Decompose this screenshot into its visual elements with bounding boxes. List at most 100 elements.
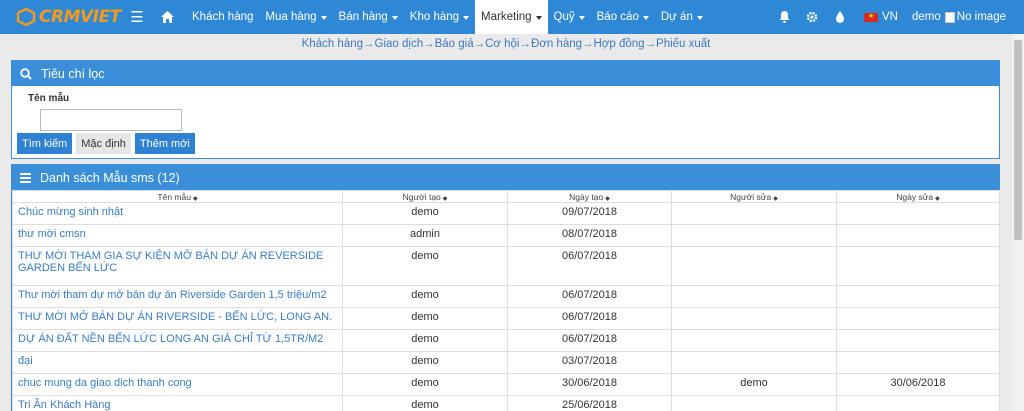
user-name[interactable]: demo xyxy=(912,11,945,23)
table-cell xyxy=(836,246,1000,286)
table-cell: 06/07/2018 xyxy=(507,329,672,352)
hamburger-menu-icon[interactable]: ☰ xyxy=(124,8,150,26)
page-scrollbar[interactable] xyxy=(1012,34,1024,411)
gear-icon[interactable] xyxy=(798,0,826,34)
template-name-link[interactable]: THƯ MỜI MỞ BÁN DỰ ÁN RIVERSIDE - BẾN LỨC… xyxy=(12,307,343,330)
menu-item-2[interactable]: Bán hàng xyxy=(333,0,404,34)
table-cell: 08/07/2018 xyxy=(507,224,672,247)
table-row[interactable]: thư mời cmsn admin 08/07/2018 xyxy=(12,224,1000,247)
broken-image-icon xyxy=(944,11,955,23)
sms-template-table: Tên mẫu ◆ Người tạo ◆ Ngày tạo ◆ Người sửa ◆ Ngà… xyxy=(12,190,1000,411)
menu-item-4[interactable]: Marketing xyxy=(475,0,548,34)
column-header-label: Ngày sửa xyxy=(896,191,934,202)
table-row[interactable]: Thư mời tham dự mở bán dự án Riverside G… xyxy=(12,285,1000,308)
table-cell: 30/06/2018 xyxy=(836,373,1000,396)
table-row[interactable]: đại demo 03/07/2018 xyxy=(12,351,1000,374)
table-cell: demo xyxy=(342,395,508,411)
column-header-1[interactable]: Người tạo ◆ xyxy=(342,190,508,203)
avatar[interactable]: No image xyxy=(944,11,1024,23)
table-row[interactable]: Chúc mừng sinh nhật demo 09/07/2018 xyxy=(12,202,1000,225)
table-cell xyxy=(836,224,1000,247)
list-panel-header: Danh sách Mẫu sms (12) xyxy=(12,165,999,190)
menu-item-1[interactable]: Mua hàng xyxy=(259,0,332,34)
bell-icon[interactable] xyxy=(770,0,798,34)
table-header-row: Tên mẫu ◆ Người tạo ◆ Ngày tạo ◆ Người sửa ◆ Ngà… xyxy=(12,190,1000,203)
table-cell: 06/07/2018 xyxy=(507,307,672,330)
list-panel-title: Danh sách Mẫu sms (12) xyxy=(40,170,180,185)
top-navbar: CRMVIET ☰ Khách hàng Mua hàng Bán hàng Kho … xyxy=(0,0,1024,34)
logo-text: CRMVIET xyxy=(39,7,121,27)
template-name-input[interactable] xyxy=(40,109,182,131)
template-name-link[interactable]: thư mời cmsn xyxy=(12,224,343,247)
chevron-down-icon xyxy=(696,15,703,20)
table-cell xyxy=(671,285,837,308)
language-selector[interactable]: VN xyxy=(854,11,912,23)
template-name-link[interactable]: THƯ MỜI THAM GIA SỰ KIỆN MỞ BÁN DỰ ÁN RE… xyxy=(12,246,343,286)
sort-icon: ◆ xyxy=(192,195,198,202)
table-cell: 09/07/2018 xyxy=(507,202,672,225)
table-cell xyxy=(836,351,1000,374)
table-cell: admin xyxy=(342,224,508,247)
table-cell: demo xyxy=(342,329,508,352)
template-name-label: Tên mẫu xyxy=(28,93,70,104)
column-header-2[interactable]: Ngày tạo ◆ xyxy=(507,190,672,203)
filter-panel-title: Tiêu chí lọc xyxy=(41,66,105,81)
table-cell: demo xyxy=(342,307,508,330)
column-header-3[interactable]: Người sửa ◆ xyxy=(671,190,837,203)
table-row[interactable]: Tri Ân Khách Hàng demo 25/06/2018 xyxy=(12,395,1000,411)
default-button[interactable]: Mặc định xyxy=(76,133,131,154)
table-row[interactable]: THƯ MỜI THAM GIA SỰ KIỆN MỞ BÁN DỰ ÁN RE… xyxy=(12,246,1000,286)
table-cell: demo xyxy=(342,351,508,374)
column-header-label: Người tạo xyxy=(402,191,441,202)
list-icon xyxy=(20,172,31,183)
chevron-down-icon xyxy=(463,15,470,20)
column-header-0[interactable]: Tên mẫu ◆ xyxy=(12,190,343,203)
template-name-link[interactable]: Chúc mừng sinh nhật xyxy=(12,202,343,225)
table-cell: 06/07/2018 xyxy=(507,246,672,286)
table-cell: demo xyxy=(342,246,508,286)
table-row[interactable]: chuc mung da giao dich thanh cong demo 30/… xyxy=(12,373,1000,396)
table-cell: 03/07/2018 xyxy=(507,351,672,374)
sort-icon: ◆ xyxy=(605,195,610,202)
droplet-icon[interactable] xyxy=(826,0,854,34)
template-name-link[interactable]: Tri Ân Khách Hàng xyxy=(12,395,343,411)
template-name-link[interactable]: DỰ ÁN ĐẤT NỀN BẾN LỨC LONG AN GIÁ CHỈ TỪ… xyxy=(12,329,343,352)
table-row[interactable]: THƯ MỜI MỞ BÁN DỰ ÁN RIVERSIDE - BẾN LỨC… xyxy=(12,307,1000,330)
filter-body: Tên mẫu xyxy=(12,86,999,138)
menu-item-0[interactable]: Khách hàng xyxy=(186,0,259,34)
chevron-down-icon xyxy=(391,15,398,20)
column-header-4[interactable]: Ngày sửa ◆ xyxy=(836,190,1000,203)
scrollbar-thumb[interactable] xyxy=(1014,40,1022,240)
search-button[interactable]: Tìm kiếm xyxy=(17,133,73,154)
menu-item-5[interactable]: Quỹ xyxy=(548,0,591,34)
table-cell: demo xyxy=(671,373,837,396)
table-cell xyxy=(671,329,837,352)
table-cell xyxy=(836,202,1000,225)
template-name-link[interactable]: đại xyxy=(12,351,343,374)
table-cell: demo xyxy=(342,373,508,396)
column-header-label: Tên mẫu xyxy=(157,191,191,202)
table-cell xyxy=(671,246,837,286)
column-header-label: Ngày tạo xyxy=(569,191,604,202)
table-row[interactable]: DỰ ÁN ĐẤT NỀN BẾN LỨC LONG AN GIÁ CHỈ TỪ… xyxy=(12,329,1000,352)
table-cell xyxy=(671,202,837,225)
home-icon[interactable] xyxy=(150,11,184,23)
add-new-button[interactable]: Thêm mới xyxy=(134,133,195,154)
template-name-link[interactable]: Thư mời tham dự mở bán dự án Riverside G… xyxy=(12,285,343,308)
menu-item-6[interactable]: Báo cáo xyxy=(591,0,655,34)
menu-item-3[interactable]: Kho hàng xyxy=(404,0,475,34)
logo[interactable]: CRMVIET xyxy=(0,0,124,34)
vietnam-flag-icon xyxy=(864,12,879,22)
menu-item-7[interactable]: Dự án xyxy=(655,0,709,34)
template-name-link[interactable]: chuc mung da giao dich thanh cong xyxy=(12,373,343,396)
table-cell: demo xyxy=(342,285,508,308)
menu-item-label: Mua hàng xyxy=(265,11,317,23)
filter-panel: Tiêu chí lọc Tên mẫu Tìm kiếm Mặc định T… xyxy=(11,60,1000,159)
search-icon xyxy=(20,67,32,80)
breadcrumb[interactable]: Khách hàng→Giao dịch→Báo giá→Cơ hội→Đơn … xyxy=(0,34,1012,54)
table-cell: 06/07/2018 xyxy=(507,285,672,308)
table-cell xyxy=(671,395,837,411)
table-body: Chúc mừng sinh nhật demo 09/07/2018 thư mời… xyxy=(12,202,1000,411)
column-header-label: Người sửa xyxy=(730,191,772,202)
table-cell xyxy=(836,329,1000,352)
